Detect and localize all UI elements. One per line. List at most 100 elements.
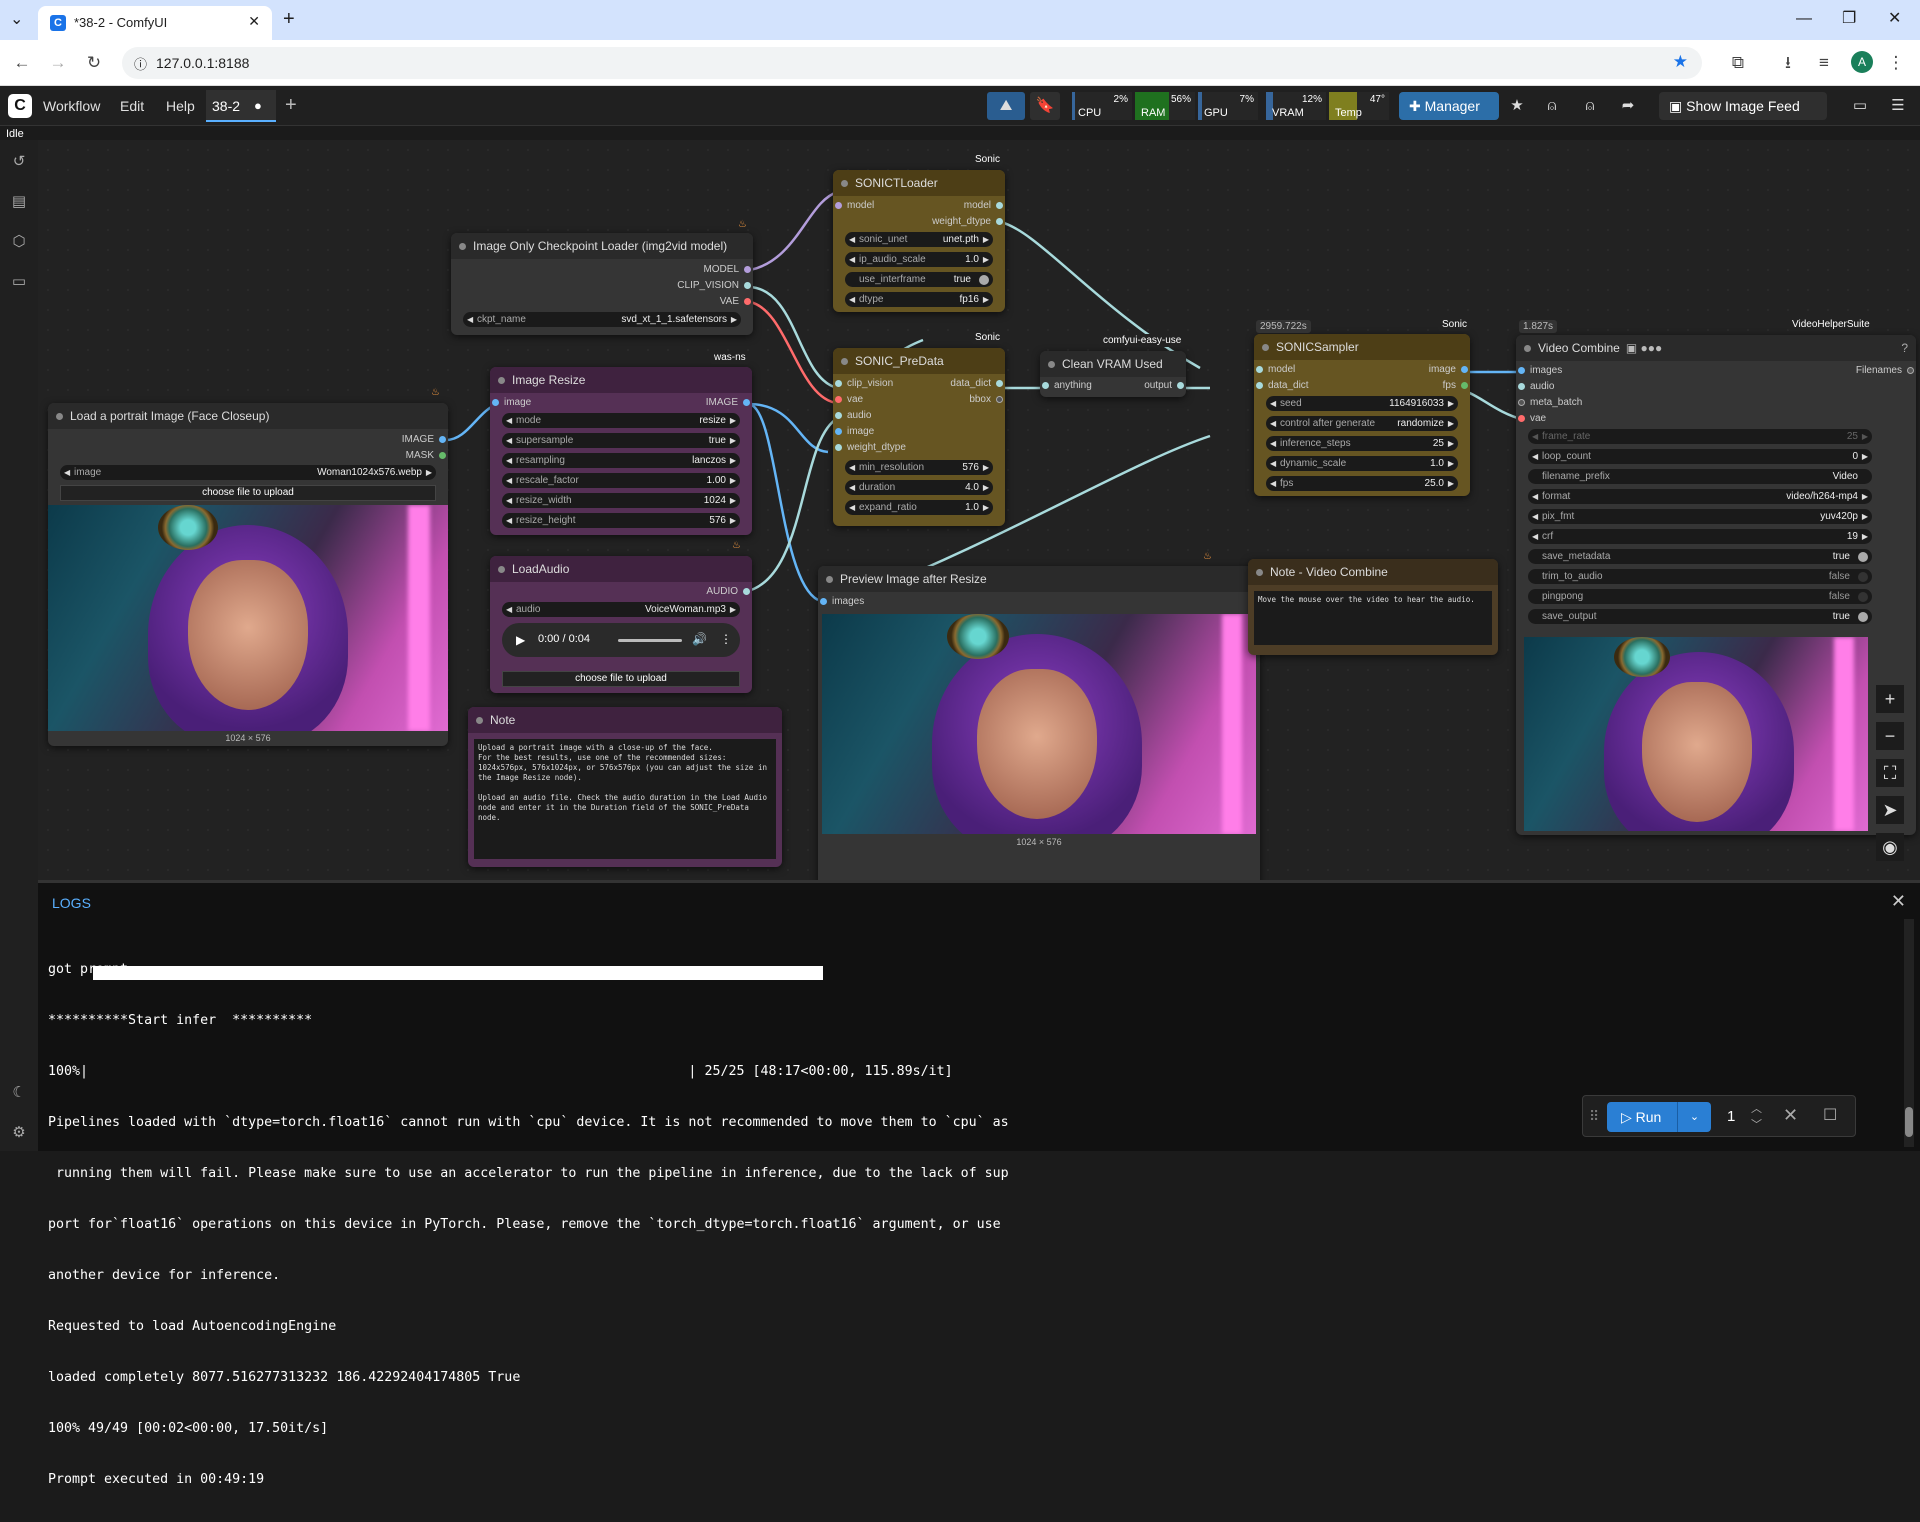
node-video-combine[interactable]: Video Combine ▣ ●●●? images audio meta_ba… (1516, 335, 1916, 835)
scrollbar-thumb[interactable] (1905, 1107, 1913, 1137)
node-title[interactable]: SONICTLoader (833, 170, 1005, 196)
zoom-out-icon[interactable]: − (1876, 722, 1904, 750)
ip-audio-scale-widget[interactable]: ◀ ip_audio_scale 1.0 ▶ (845, 252, 993, 267)
model-alt-icon[interactable]: ⍝ (1576, 92, 1604, 120)
menu-workflow[interactable]: Workflow (43, 98, 100, 114)
output-data-dict-dot[interactable] (996, 380, 1003, 387)
note-textarea[interactable]: Upload a portrait image with a close-up … (474, 739, 776, 859)
input-model-dot[interactable] (835, 202, 842, 209)
fit-view-icon[interactable]: ⛶ (1876, 759, 1904, 787)
node-checkpoint-loader[interactable]: Image Only Checkpoint Loader (img2vid mo… (451, 233, 753, 335)
node-load-image[interactable]: Load a portrait Image (Face Closeup) IMA… (48, 403, 448, 746)
pointer-mode-icon[interactable]: ➤ (1876, 796, 1904, 824)
hamburger-menu-icon[interactable]: ☰ (1884, 92, 1912, 120)
increment-icon[interactable]: ︿ (1751, 1100, 1762, 1116)
run-mode-dropdown[interactable]: ⌄ (1677, 1102, 1711, 1132)
panel-toggle-icon[interactable]: ▭ (1846, 92, 1874, 120)
supersample-widget[interactable]: ◀ supersample true ▶ (502, 433, 740, 448)
node-title[interactable]: Clean VRAM Used (1040, 351, 1186, 377)
logs-title[interactable]: LOGS (52, 895, 91, 911)
trim-to-audio-toggle[interactable]: trim_to_audio false (1528, 569, 1872, 584)
output-weight-dtype-dot[interactable] (996, 218, 1003, 225)
sonic-unet-widget[interactable]: ◀ sonic_unet unet.pth ▶ (845, 232, 993, 247)
run-button[interactable]: ▷ Run (1607, 1102, 1677, 1132)
node-title[interactable]: SONICSampler (1254, 334, 1470, 360)
input-image-dot[interactable] (492, 399, 499, 406)
output-model-dot[interactable] (744, 266, 751, 273)
choose-file-button[interactable]: choose file to upload (60, 485, 436, 501)
cancel-icon[interactable]: ✕ (1783, 1105, 1798, 1126)
drag-handle-icon[interactable]: ⠿ (1589, 1108, 1599, 1125)
model-icon[interactable]: ⍝ (1538, 92, 1566, 120)
workflows-folder-icon[interactable]: ▭ (9, 272, 29, 292)
mode-widget[interactable]: ◀ mode resize ▶ (502, 413, 740, 428)
input-weight-dtype-dot[interactable] (835, 444, 842, 451)
menu-help[interactable]: Help (166, 98, 195, 114)
browser-menu-icon[interactable]: ⋮ (1884, 51, 1908, 75)
save-metadata-toggle[interactable]: save_metadata true (1528, 549, 1872, 564)
show-image-feed-button[interactable]: ▣ Show Image Feed (1659, 92, 1827, 120)
fps-widget[interactable]: ◀ fps 25.0 ▶ (1266, 476, 1458, 491)
minimize-icon[interactable]: — (1796, 9, 1812, 29)
new-tab-icon[interactable]: + (283, 9, 295, 29)
restore-icon[interactable]: ❐ (1842, 9, 1856, 29)
frame-rate-widget[interactable]: ◀ frame_rate 25 ▶ (1528, 429, 1872, 444)
rescale-factor-widget[interactable]: ◀ rescale_factor 1.00 ▶ (502, 473, 740, 488)
crf-widget[interactable]: ◀ crf 19 ▶ (1528, 529, 1872, 544)
history-icon[interactable]: ↺ (9, 152, 29, 172)
node-title[interactable]: LoadAudio (490, 556, 752, 582)
loop-count-widget[interactable]: ◀ loop_count 0 ▶ (1528, 449, 1872, 464)
resize-height-widget[interactable]: ◀ resize_height 576 ▶ (502, 513, 740, 528)
choose-audio-button[interactable]: choose file to upload (502, 671, 740, 687)
image-select-widget[interactable]: ◀ image Woman1024x576.webp ▶ (60, 465, 436, 480)
output-mask-dot[interactable] (439, 452, 446, 459)
input-images-dot[interactable] (820, 598, 827, 605)
stop-icon[interactable]: ☐ (1823, 1105, 1837, 1125)
output-image-dot[interactable] (1461, 366, 1468, 373)
audio-player[interactable]: ▶ 0:00 / 0:04 🔊 ⋮ (502, 623, 740, 657)
zoom-in-icon[interactable]: + (1876, 685, 1904, 713)
node-sonic-sampler[interactable]: SONICSampler model data_dict image fps ◀… (1254, 334, 1470, 496)
input-audio-dot[interactable] (1518, 383, 1525, 390)
workflow-tab[interactable]: 38-2 ● (206, 90, 276, 122)
logs-close-icon[interactable]: ✕ (1891, 891, 1906, 912)
help-icon[interactable]: ? (1901, 335, 1908, 361)
media-icon[interactable]: ≡ (1812, 51, 1836, 75)
profile-avatar[interactable]: A (1851, 51, 1873, 73)
node-title[interactable]: Image Only Checkpoint Loader (img2vid mo… (451, 233, 753, 259)
node-image-resize[interactable]: Image Resize image IMAGE ◀ mode resize ▶ ◀ s… (490, 367, 752, 535)
input-model-dot[interactable] (1256, 366, 1263, 373)
dtype-widget[interactable]: ◀ dtype fp16 ▶ (845, 292, 993, 307)
resize-width-widget[interactable]: ◀ resize_width 1024 ▶ (502, 493, 740, 508)
bookmark-star-icon[interactable]: ★ (1673, 52, 1688, 72)
downloads-icon[interactable]: ⭳ (1776, 51, 1800, 75)
duration-widget[interactable]: ◀ duration 4.0 ▶ (845, 480, 993, 495)
input-vae-dot[interactable] (1518, 415, 1525, 422)
output-dot[interactable] (1177, 382, 1184, 389)
output-filenames-dot[interactable] (1907, 367, 1914, 374)
logs-scrollbar[interactable] (1904, 919, 1914, 1147)
audio-select-widget[interactable]: ◀ audio VoiceWoman.mp3 ▶ (502, 602, 740, 617)
pix-fmt-widget[interactable]: ◀ pix_fmt yuv420p ▶ (1528, 509, 1872, 524)
tab-search-icon[interactable]: ⌄ (10, 10, 23, 30)
address-bar[interactable]: ⓘ 127.0.0.1:8188 ★ (122, 47, 1702, 79)
node-title[interactable]: Preview Image after Resize (818, 566, 1260, 592)
batch-count-input[interactable]: 1 (1727, 1108, 1735, 1125)
node-note[interactable]: Note Upload a portrait image with a clos… (468, 707, 782, 867)
input-audio-dot[interactable] (835, 412, 842, 419)
min-resolution-widget[interactable]: ◀ min_resolution 576 ▶ (845, 460, 993, 475)
pingpong-toggle[interactable]: pingpong false (1528, 589, 1872, 604)
new-workflow-icon[interactable]: + (285, 94, 297, 117)
favorites-star-icon[interactable]: ★ (1503, 92, 1531, 120)
output-vae-dot[interactable] (744, 298, 751, 305)
output-clip-vision-dot[interactable] (744, 282, 751, 289)
node-title[interactable]: Note (468, 707, 782, 733)
input-images-dot[interactable] (1518, 367, 1525, 374)
settings-gear-icon[interactable]: ⚙ (9, 1123, 29, 1143)
forward-icon[interactable]: → (46, 51, 70, 75)
input-data-dict-dot[interactable] (1256, 382, 1263, 389)
play-icon[interactable]: ▶ (516, 633, 525, 647)
expand-ratio-widget[interactable]: ◀ expand_ratio 1.0 ▶ (845, 500, 993, 515)
input-clip-vision-dot[interactable] (835, 380, 842, 387)
inference-steps-widget[interactable]: ◀ inference_steps 25 ▶ (1266, 436, 1458, 451)
